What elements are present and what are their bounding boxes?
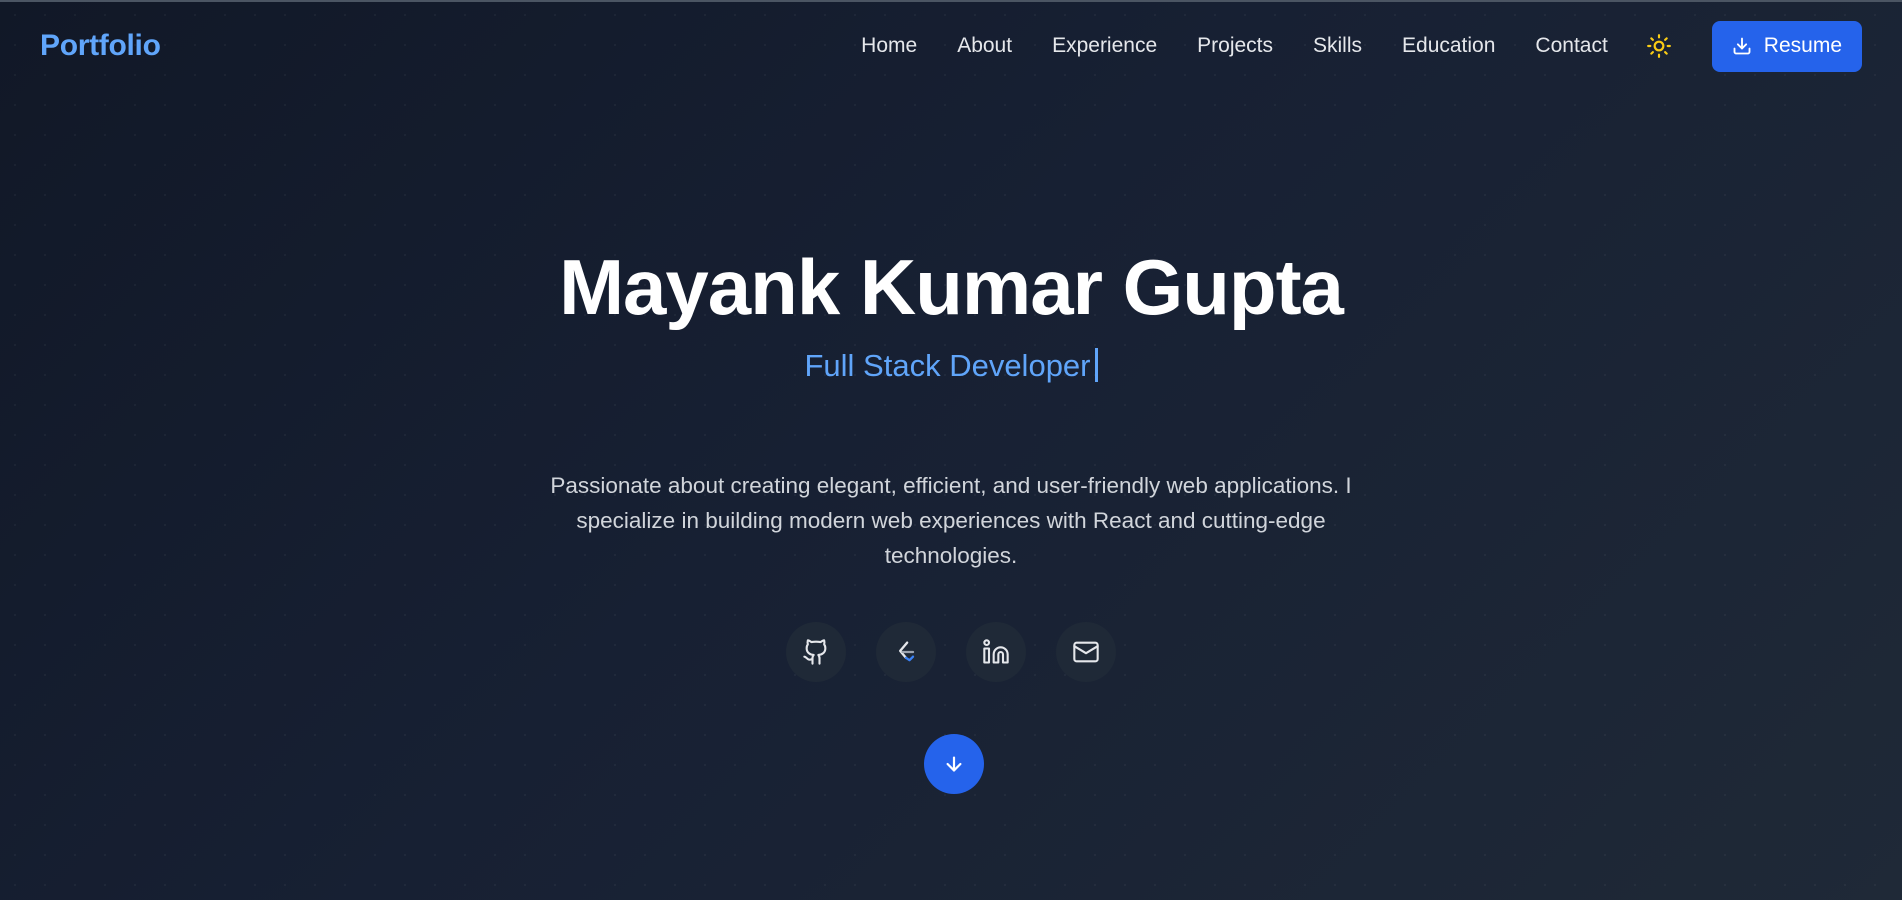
- leetcode-link[interactable]: [876, 622, 936, 682]
- social-links: [0, 622, 1902, 682]
- nav-link-projects[interactable]: Projects: [1197, 34, 1273, 58]
- mail-icon: [1073, 641, 1099, 663]
- nav-links: Home About Experience Projects Skills Ed…: [821, 20, 1862, 72]
- arrow-down-icon: [946, 756, 962, 772]
- hero-description: Passionate about creating elegant, effic…: [550, 473, 1352, 568]
- leetcode-icon: [899, 641, 915, 662]
- brand-logo[interactable]: Portfolio: [40, 29, 161, 63]
- resume-button[interactable]: Resume: [1711, 20, 1862, 72]
- nav-link-skills[interactable]: Skills: [1313, 34, 1362, 58]
- nav-link-about[interactable]: About: [957, 34, 1012, 58]
- github-link[interactable]: [786, 622, 846, 682]
- linkedin-icon: [983, 639, 1009, 664]
- hero-name: Mayank Kumar Gupta: [559, 243, 1344, 331]
- hero-role: Full Stack Developer: [0, 348, 1902, 384]
- resume-label: Resume: [1763, 34, 1842, 57]
- nav-link-experience[interactable]: Experience: [1052, 34, 1157, 58]
- email-link[interactable]: [1056, 622, 1116, 682]
- github-icon: [803, 639, 827, 665]
- hero-role-text: Full Stack Developer: [804, 348, 1091, 383]
- scroll-down-button[interactable]: [924, 734, 984, 794]
- sun-icon[interactable]: [1646, 33, 1672, 59]
- nav-link-contact[interactable]: Contact: [1535, 34, 1607, 58]
- linkedin-link[interactable]: [966, 622, 1026, 682]
- typing-caret: [1094, 348, 1098, 382]
- navbar: Portfolio Home About Experience Projects…: [0, 0, 1902, 92]
- nav-link-education[interactable]: Education: [1402, 34, 1495, 58]
- nav-link-home[interactable]: Home: [861, 34, 917, 58]
- download-icon: [1733, 37, 1751, 55]
